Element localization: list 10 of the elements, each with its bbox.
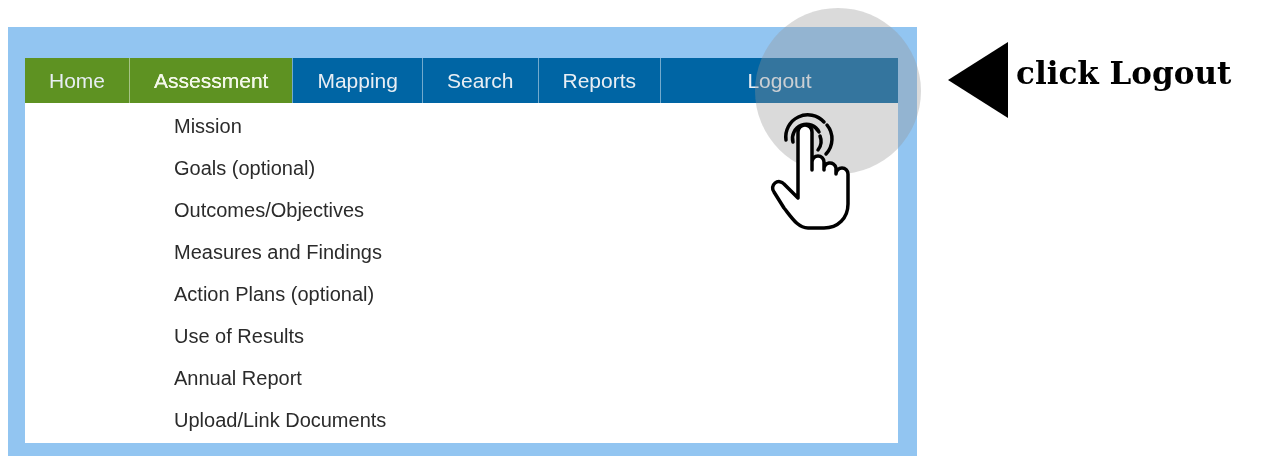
submenu-item[interactable]: Mission: [174, 105, 242, 147]
arrow-icon: [948, 42, 1008, 118]
submenu-item[interactable]: Annual Report: [174, 357, 302, 399]
submenu-item[interactable]: Measures and Findings: [174, 231, 382, 273]
submenu-item[interactable]: Action Plans (optional): [174, 273, 375, 315]
submenu-item[interactable]: Goals (optional): [174, 147, 316, 189]
submenu-item[interactable]: Upload/Link Documents: [174, 399, 387, 441]
callout-text: click Logout: [1016, 55, 1232, 91]
submenu-item[interactable]: Outcomes/Objectives: [174, 189, 365, 231]
submenu-item[interactable]: Use of Results: [174, 315, 305, 357]
